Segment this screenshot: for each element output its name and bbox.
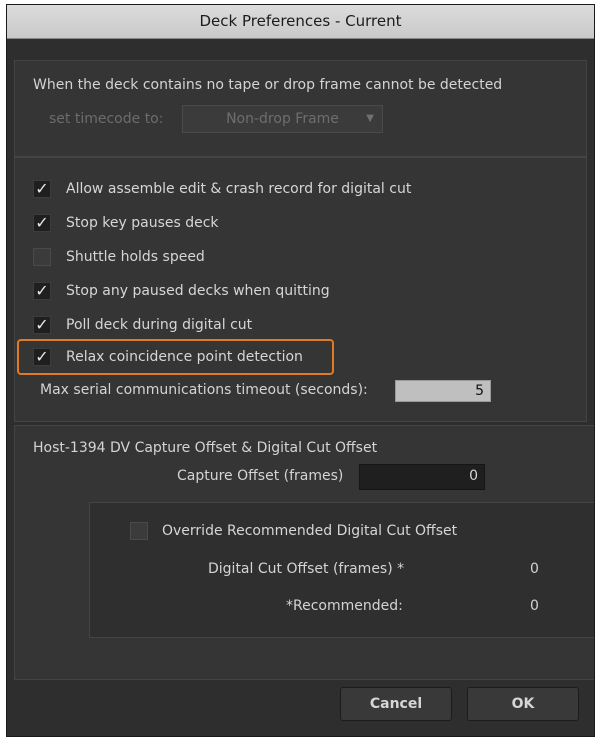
option-shuttle-holds-speed[interactable]: Shuttle holds speed: [33, 245, 205, 269]
checkbox-shuttle-holds-speed[interactable]: [33, 248, 51, 266]
option-stop-key-pauses[interactable]: ✓ Stop key pauses deck: [33, 211, 219, 235]
option-label: Shuttle holds speed: [66, 249, 205, 265]
override-offset-label: Override Recommended Digital Cut Offset: [162, 523, 458, 539]
timecode-label: set timecode to:: [49, 111, 164, 127]
checkbox-stop-key-pauses[interactable]: ✓: [33, 214, 51, 232]
override-offset-option[interactable]: Override Recommended Digital Cut Offset: [130, 519, 457, 543]
capture-offset-label: Capture Offset (frames): [177, 468, 344, 484]
recommended-value: 0: [530, 598, 539, 614]
option-label: Poll deck during digital cut: [66, 317, 253, 333]
recommended-label: *Recommended:: [286, 598, 403, 614]
option-label: Stop any paused decks when quitting: [66, 283, 330, 299]
cancel-button[interactable]: Cancel: [340, 687, 452, 721]
option-assemble-edit[interactable]: ✓ Allow assemble edit & crash record for…: [33, 177, 411, 201]
option-label: Allow assemble edit & crash record for d…: [66, 181, 412, 197]
capture-offset-input[interactable]: 0: [359, 464, 485, 490]
window-title: Deck Preferences - Current: [7, 5, 594, 39]
offset-heading: Host-1394 DV Capture Offset & Digital Cu…: [33, 440, 378, 456]
timecode-select[interactable]: Non-drop Frame ▼: [182, 105, 383, 133]
serial-timeout-input[interactable]: 5: [395, 380, 491, 402]
checkbox-assemble-edit[interactable]: ✓: [33, 180, 51, 198]
offset-section: Host-1394 DV Capture Offset & Digital Cu…: [14, 425, 594, 680]
highlight-box: [17, 339, 334, 375]
checkbox-override-offset[interactable]: [130, 522, 148, 540]
no-tape-section: When the deck contains no tape or drop f…: [14, 60, 587, 157]
option-label: Stop key pauses deck: [66, 215, 219, 231]
deck-preferences-dialog: Deck Preferences - Current When the deck…: [6, 4, 595, 737]
checkbox-stop-paused-decks[interactable]: ✓: [33, 282, 51, 300]
digital-cut-offset-value: 0: [530, 561, 539, 577]
checkbox-poll-deck[interactable]: ✓: [33, 316, 51, 334]
timecode-select-value: Non-drop Frame: [226, 111, 339, 127]
option-stop-paused-decks[interactable]: ✓ Stop any paused decks when quitting: [33, 279, 330, 303]
serial-timeout-label: Max serial communications timeout (secon…: [40, 382, 368, 398]
ok-button[interactable]: OK: [467, 687, 579, 721]
chevron-down-icon: ▼: [366, 113, 374, 124]
digital-cut-offset-group: Override Recommended Digital Cut Offset …: [89, 502, 594, 638]
option-poll-deck[interactable]: ✓ Poll deck during digital cut: [33, 313, 252, 337]
no-tape-description: When the deck contains no tape or drop f…: [33, 77, 503, 93]
digital-cut-offset-label: Digital Cut Offset (frames) *: [208, 561, 405, 577]
